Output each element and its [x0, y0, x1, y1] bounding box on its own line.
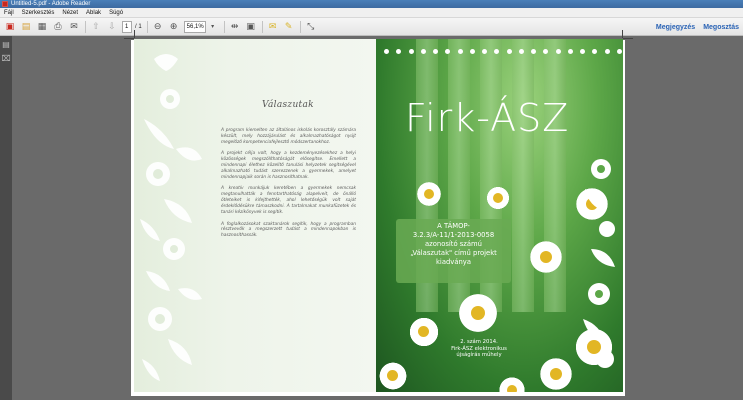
menu-window[interactable]: Ablak	[82, 10, 105, 16]
toolbar-right-links: Megjegyzés Megosztás	[652, 18, 743, 36]
decor-dot	[420, 49, 426, 54]
daisy-center	[418, 326, 429, 337]
decor-dot	[506, 49, 512, 54]
fence-plank	[512, 39, 534, 312]
body-paragraph: A projekt célja volt, hogy a kezdeményez…	[221, 151, 356, 180]
page-number-input[interactable]: 1	[122, 20, 132, 33]
page-total: / 1	[135, 23, 142, 30]
decor-dot	[408, 49, 414, 54]
save-icon[interactable]: ▦	[36, 21, 48, 33]
imprint-line: újságírás műhely	[456, 352, 502, 358]
zoom-level-input[interactable]: 56,1%	[183, 20, 206, 33]
body-paragraph: A program kiemelten az általános iskolás…	[221, 128, 356, 145]
cover-box-line: 3.2.3/A-11/1-2013-0058	[412, 231, 495, 239]
window-titlebar: Untitled-5.pdf - Adobe Reader	[0, 0, 743, 8]
fit-width-icon[interactable]: ⇹	[229, 21, 241, 33]
decor-dot	[592, 49, 598, 54]
daisy-center	[387, 370, 398, 381]
toolbar-separator	[261, 20, 263, 33]
fit-page-icon[interactable]: ▣	[245, 21, 257, 33]
menu-edit[interactable]: Szerkesztés	[18, 10, 59, 16]
body-paragraph: A foglalkozásokat szaktanárok segítik, h…	[221, 221, 356, 239]
cover-dot-border	[384, 49, 622, 57]
menu-help[interactable]: Súgó	[105, 10, 127, 16]
daisy-center	[540, 251, 552, 263]
comment-link[interactable]: Megjegyzés	[652, 24, 699, 31]
left-page-body: A program kiemelten az általános iskolás…	[221, 128, 356, 245]
adobe-reader-icon	[2, 1, 8, 7]
toolbar-separator	[85, 20, 86, 33]
decor-dot	[543, 49, 549, 54]
daisy-center	[493, 193, 503, 203]
menu-file[interactable]: Fájl	[0, 10, 18, 16]
cover-box-line: A TÁMOP-	[437, 222, 470, 230]
body-paragraph: A kreatív munkájuk keretében a gyermekek…	[221, 186, 356, 216]
highlight-icon[interactable]: ✎	[283, 21, 295, 33]
zoom-in-icon[interactable]: ⊕	[168, 21, 180, 33]
toolbar-separator	[223, 20, 225, 33]
floral-ornament	[140, 54, 202, 381]
navigation-pane: ▤ ⌧	[0, 36, 12, 400]
email-icon[interactable]: ✉	[68, 21, 80, 33]
daisy-center	[550, 368, 562, 380]
left-page-heading: Válaszutak	[262, 100, 314, 110]
decor-dot	[531, 49, 536, 54]
daisy-center	[424, 189, 434, 199]
cover-title: Firk-ÁSZ	[405, 96, 570, 140]
decor-dot	[555, 49, 561, 54]
window-title: Untitled-5.pdf - Adobe Reader	[11, 1, 91, 7]
menu-view[interactable]: Nézet	[58, 10, 82, 16]
decor-dot	[616, 49, 622, 54]
zoom-dropdown-icon[interactable]: ▾	[207, 21, 219, 33]
decor-dot	[518, 49, 524, 54]
print-icon[interactable]: ⎙	[52, 21, 64, 33]
daisy-center	[471, 306, 485, 320]
decor-dot	[494, 49, 500, 54]
previous-page-icon[interactable]: ⇧	[90, 21, 102, 33]
share-link[interactable]: Megosztás	[699, 24, 743, 31]
crop-mark	[124, 38, 134, 39]
decor-dot	[580, 49, 585, 54]
decor-dot	[604, 49, 610, 54]
decor-dot	[457, 49, 463, 54]
zoom-out-icon[interactable]: ⊖	[152, 21, 164, 33]
decor-dot	[396, 49, 402, 54]
cover-box-line: kiadványa	[436, 258, 471, 266]
next-page-icon[interactable]: ⇩	[106, 21, 118, 33]
decor-dot	[433, 49, 438, 54]
comment-icon[interactable]: ✉	[267, 21, 279, 33]
toolbar-separator	[146, 20, 148, 33]
toolbar-separator	[299, 20, 301, 33]
pages-icon[interactable]: ▤	[2, 40, 11, 50]
expand-icon[interactable]: ⤡	[305, 21, 317, 33]
cover-info-box: A TÁMOP- 3.2.3/A-11/1-2013-0058 azonosít…	[396, 219, 511, 283]
daisy-center	[507, 385, 517, 392]
open-folder-icon[interactable]: ▤	[20, 21, 32, 33]
cover-imprint: 2. szám 2014. Firk-ÁSZ elektronikus újsá…	[439, 339, 519, 359]
cover-floral-ornament	[583, 159, 615, 368]
attachments-icon[interactable]: ⌧	[2, 54, 11, 64]
decor-dot	[445, 49, 451, 54]
menu-bar: Fájl Szerkesztés Nézet Ablak Súgó	[0, 8, 743, 18]
decor-dot	[482, 49, 487, 54]
decor-dot	[384, 49, 389, 54]
cover-box-line: azonosító számú	[425, 240, 482, 248]
crop-mark	[622, 30, 623, 38]
cover-box-line: „Válaszutak" című projekt	[410, 249, 497, 257]
create-pdf-icon[interactable]: ▣	[4, 21, 16, 33]
crop-mark	[623, 38, 633, 39]
crop-mark	[134, 30, 135, 38]
main-toolbar: ▣ ▤ ▦ ⎙ ✉ ⇧ ⇩ 1 / 1 ⊖ ⊕ 56,1% ▾ ⇹ ▣ ✉ ✎ …	[0, 18, 743, 36]
decor-dot	[567, 49, 573, 54]
decor-dot	[469, 49, 475, 54]
